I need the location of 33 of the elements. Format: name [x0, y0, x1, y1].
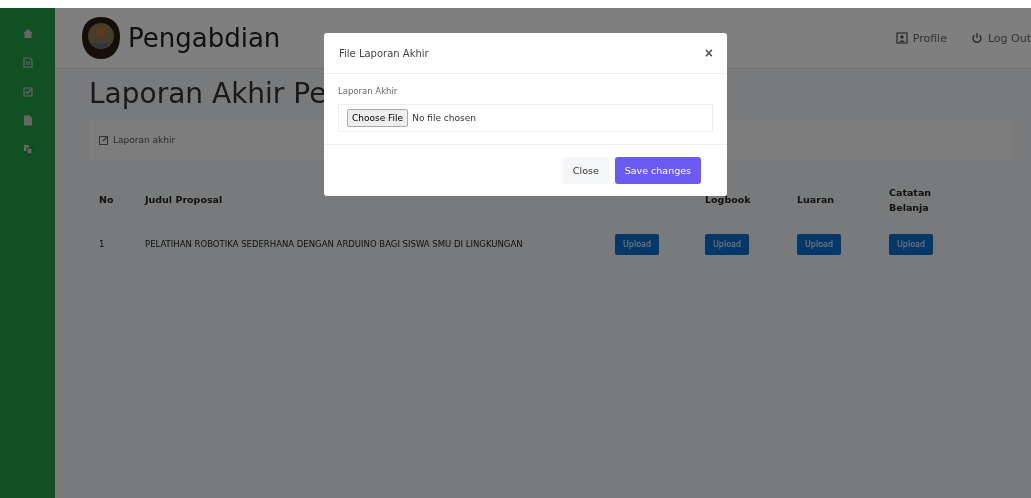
close-button[interactable]: ×: [704, 45, 713, 61]
column-header: No: [99, 193, 115, 208]
column-header: Luaran: [797, 193, 836, 208]
copy-icon[interactable]: [22, 144, 33, 155]
file-status: No file chosen: [412, 113, 476, 123]
choose-file-button[interactable]: Choose File: [347, 109, 409, 127]
upload-button[interactable]: Upload: [705, 233, 750, 255]
modal-title: File Laporan Akhir: [339, 47, 429, 59]
edit-icon: [99, 135, 109, 145]
table-cell-text: PELATIHAN ROBOTIKA SEDERHANA DENGAN ARDUINO BAGI SISWA SMU DI LINGKUNGAN: [145, 238, 524, 251]
column-header: Logbook: [705, 193, 752, 208]
page-title: Laporan Akhir Pe: [89, 77, 327, 110]
site-title: Pengabdian: [128, 23, 281, 53]
table-cell-text: 1: [99, 238, 106, 251]
column-header: Judul Proposal: [145, 193, 224, 208]
save-button[interactable]: Save changes: [614, 157, 701, 184]
file-input[interactable]: Choose File No file chosen: [338, 104, 713, 132]
file-icon[interactable]: [22, 115, 33, 126]
document-icon[interactable]: [22, 57, 33, 68]
contact-card-icon: [895, 32, 908, 44]
close-button[interactable]: Close: [562, 157, 609, 184]
column-header: Catatan Belanja: [889, 185, 933, 215]
check-icon[interactable]: [22, 86, 33, 97]
breadcrumb-text: Laporan akhir: [113, 135, 176, 145]
upload-button[interactable]: Upload: [615, 233, 660, 255]
field-label: Laporan Akhir: [338, 86, 399, 96]
emblem-icon: [80, 15, 122, 61]
logout-link[interactable]: Log Out: [970, 31, 1031, 45]
upload-button[interactable]: Upload: [797, 233, 842, 255]
upload-button[interactable]: Upload: [889, 233, 934, 255]
profile-link[interactable]: Profile: [895, 31, 947, 45]
power-icon: [970, 32, 983, 44]
home-icon[interactable]: [22, 28, 33, 39]
